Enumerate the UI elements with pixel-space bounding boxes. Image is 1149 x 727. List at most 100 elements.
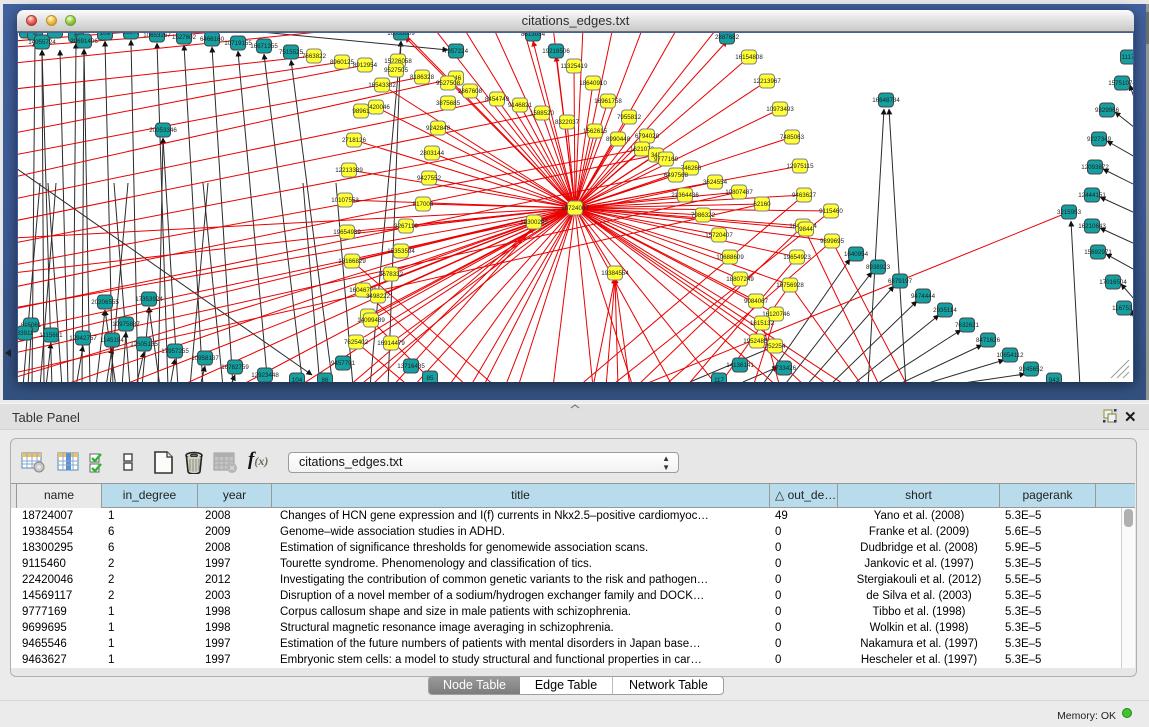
svg-text:10107553: 10107553 xyxy=(331,197,359,204)
svg-text:19218506: 19218506 xyxy=(542,48,570,55)
svg-text:12213389: 12213389 xyxy=(335,167,363,174)
svg-text:12093872: 12093872 xyxy=(1081,164,1109,171)
svg-text:13716485: 13716485 xyxy=(397,363,425,370)
svg-text:7515525: 7515525 xyxy=(279,49,304,56)
svg-text:16154808: 16154808 xyxy=(735,54,763,61)
svg-text:3875685: 3875685 xyxy=(436,100,461,107)
svg-text:16961758: 16961758 xyxy=(594,98,622,105)
svg-text:20053346: 20053346 xyxy=(149,127,177,134)
svg-text:9242848: 9242848 xyxy=(426,125,451,132)
svg-text:1733426: 1733426 xyxy=(772,365,797,372)
svg-text:14099489: 14099489 xyxy=(357,317,385,324)
svg-text:12942757: 12942757 xyxy=(69,335,97,342)
svg-text:2935114: 2935114 xyxy=(933,307,957,314)
svg-text:8454749: 8454749 xyxy=(485,96,510,103)
svg-text:7357224: 7357224 xyxy=(444,48,469,55)
svg-text:16033809: 16033809 xyxy=(387,33,415,37)
svg-text:85: 85 xyxy=(427,375,434,382)
svg-text:104: 104 xyxy=(292,377,303,382)
svg-text:1167533: 1167533 xyxy=(1112,305,1133,312)
svg-text:3215953: 3215953 xyxy=(1057,209,1082,216)
svg-text:9457791: 9457791 xyxy=(331,360,356,367)
svg-text:9: 9 xyxy=(53,33,57,35)
svg-text:9527508: 9527508 xyxy=(436,80,461,87)
svg-text:6497568: 6497568 xyxy=(664,172,689,179)
svg-text:18724007: 18724007 xyxy=(561,205,589,212)
svg-text:1588520: 1588520 xyxy=(530,110,555,117)
svg-text:16648784: 16648784 xyxy=(872,97,900,104)
svg-text:2803144: 2803144 xyxy=(420,150,445,157)
svg-text:7625402: 7625402 xyxy=(344,339,369,346)
svg-text:8960125: 8960125 xyxy=(330,59,355,66)
svg-text:14055724: 14055724 xyxy=(28,39,56,46)
svg-text:16671355: 16671355 xyxy=(250,43,278,50)
svg-text:9899695: 9899695 xyxy=(820,238,845,245)
svg-text:6879197: 6879197 xyxy=(888,278,913,285)
svg-text:18640910: 18640910 xyxy=(579,80,607,87)
svg-text:15751074: 15751074 xyxy=(1108,80,1133,87)
svg-text:9844: 9844 xyxy=(799,226,813,233)
svg-text:3624554: 3624554 xyxy=(703,179,728,186)
svg-text:10977: 10977 xyxy=(122,33,140,36)
svg-text:1115681: 1115681 xyxy=(39,332,63,339)
svg-text:12505135: 12505135 xyxy=(130,341,158,348)
svg-text:20206555: 20206555 xyxy=(91,299,119,306)
svg-text:15353594: 15353594 xyxy=(387,248,415,255)
svg-text:2867608: 2867608 xyxy=(458,88,483,95)
svg-text:15720407: 15720407 xyxy=(705,232,733,239)
svg-text:9245652: 9245652 xyxy=(1019,366,1044,373)
svg-text:9463627: 9463627 xyxy=(792,192,817,199)
svg-text:2887682: 2887682 xyxy=(715,34,740,41)
svg-text:10975887: 10975887 xyxy=(112,321,140,328)
svg-text:8912954: 8912954 xyxy=(353,62,378,69)
svg-text:1145194: 1145194 xyxy=(100,337,124,344)
svg-text:14136141: 14136141 xyxy=(726,362,754,369)
svg-text:1640954: 1640954 xyxy=(844,251,869,258)
svg-text:19166829: 19166829 xyxy=(338,258,366,265)
svg-text:9777169: 9777169 xyxy=(654,156,679,163)
svg-text:9146821: 9146821 xyxy=(508,102,533,109)
svg-text:10807487: 10807487 xyxy=(725,189,753,196)
svg-text:10653267: 10653267 xyxy=(143,33,171,39)
svg-text:18807249: 18807249 xyxy=(726,276,754,283)
svg-text:252254: 252254 xyxy=(765,343,786,350)
svg-text:10958187: 10958187 xyxy=(191,355,219,362)
svg-text:943: 943 xyxy=(1049,377,1060,382)
svg-text:1615132: 1615132 xyxy=(750,320,775,327)
svg-text:8186328: 8186328 xyxy=(410,74,435,81)
svg-text:7955812: 7955812 xyxy=(617,114,642,121)
svg-text:3498222: 3498222 xyxy=(366,293,391,300)
svg-text:6794028: 6794028 xyxy=(635,133,660,140)
svg-text:83911: 83911 xyxy=(18,330,34,337)
svg-text:8938923: 8938923 xyxy=(866,264,891,271)
svg-text:2718126: 2718126 xyxy=(342,137,367,144)
svg-text:817006: 817006 xyxy=(413,201,434,208)
svg-text:16210643: 16210643 xyxy=(1078,223,1106,230)
svg-text:16914479: 16914479 xyxy=(377,340,405,347)
svg-text:98961: 98961 xyxy=(352,108,370,115)
svg-text:17957255: 17957255 xyxy=(161,348,189,355)
svg-text:19654923: 19654923 xyxy=(783,254,811,261)
svg-text:7986322: 7986322 xyxy=(691,212,716,219)
svg-text:9527505: 9527505 xyxy=(384,67,409,74)
svg-text:7663822: 7663822 xyxy=(302,53,327,60)
svg-text:10654112: 10654112 xyxy=(996,352,1024,359)
svg-text:109: 109 xyxy=(100,33,111,37)
svg-text:12975115: 12975115 xyxy=(786,163,814,170)
svg-text:1527602: 1527602 xyxy=(172,34,197,41)
svg-text:21364436: 21364436 xyxy=(671,192,699,199)
svg-text:117: 117 xyxy=(714,377,724,382)
svg-text:10719155: 10719155 xyxy=(224,40,252,47)
svg-text:20691406: 20691406 xyxy=(70,38,98,45)
svg-text:19756928: 19756928 xyxy=(776,282,804,289)
svg-text:1562615: 1562615 xyxy=(583,128,608,135)
svg-text:17353924: 17353924 xyxy=(135,296,163,303)
svg-text:9474444: 9474444 xyxy=(911,293,936,300)
svg-text:86: 86 xyxy=(322,377,329,382)
svg-text:62160: 62160 xyxy=(753,201,771,208)
svg-text:7632621: 7632621 xyxy=(955,322,980,329)
svg-text:8990448: 8990448 xyxy=(606,136,631,143)
svg-text:1117: 1117 xyxy=(1122,54,1133,61)
svg-text:16543382: 16543382 xyxy=(368,82,396,89)
svg-text:9227349: 9227349 xyxy=(1087,136,1112,143)
